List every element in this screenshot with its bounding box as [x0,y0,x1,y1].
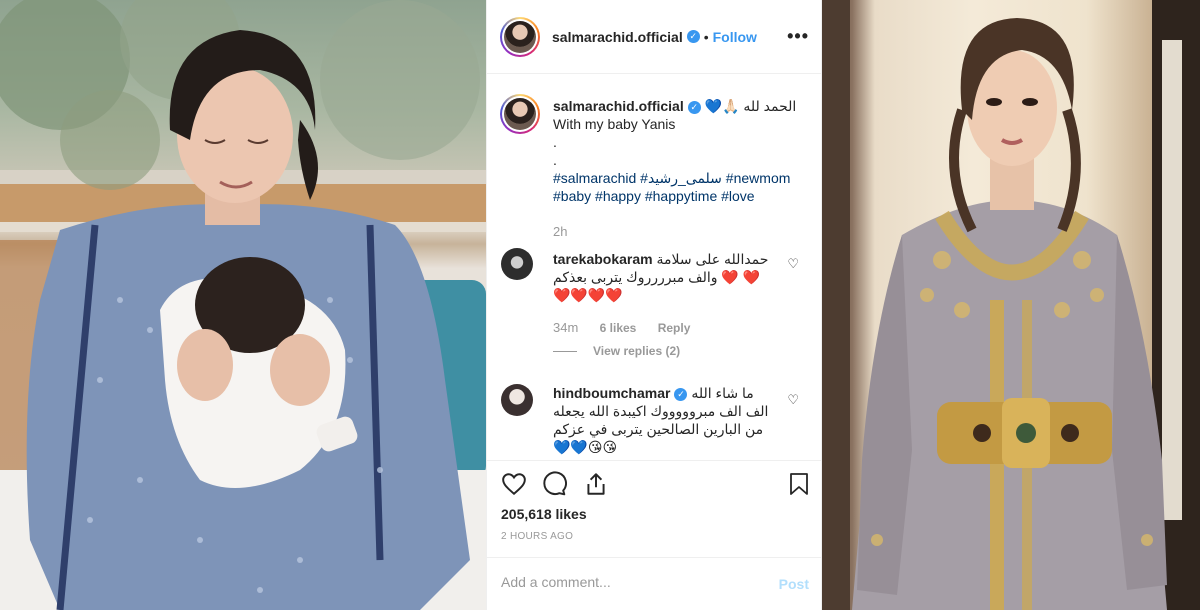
comment-emojis: ❤️❤️❤️❤️ [553,287,623,303]
likes-count[interactable]: 205,618 likes [501,506,587,522]
avatar[interactable] [500,16,540,57]
post-comment-button[interactable]: Post [779,576,809,592]
comment-avatar[interactable] [501,248,533,280]
reply-button[interactable]: Reply [658,321,691,335]
comment: hindboumchamar ✓ ما شاء الله الف الف مبرو… [553,384,781,456]
mother-baby-photo [0,0,486,610]
caption-avatar[interactable] [500,94,540,134]
check-badge-icon: ✓ [687,101,701,114]
follow-button[interactable]: Follow [713,29,757,45]
action-bar [487,460,823,510]
check-badge-icon: ✓ [686,30,700,43]
view-replies-label[interactable]: View replies (2) [593,344,680,358]
caption: salmarachid.official ✓ الحمد لله 🙏🏻💙 With… [553,97,813,205]
comment-text: ❤️ ❤️ والف مبرررروك يتربى بعذكم [553,269,761,285]
heart-icon[interactable] [501,471,527,497]
caption-dot: . [553,134,557,150]
replies-divider [553,351,577,353]
comment: tarekabokaram حمدالله على سلامة ❤️ ❤️ وا… [553,250,781,304]
caption-time: 2h [553,224,568,239]
comment-username[interactable]: tarekabokaram [553,251,653,267]
post-timestamp: 2 HOURS AGO [501,531,574,542]
instagram-post-panel: salmarachid.official ✓ • Follow ••• salm… [486,0,823,610]
comment-text: من البارين الصالحين يتربى في عزكم [553,421,764,437]
comment-text: حمدالله على سلامة [656,251,769,267]
check-badge-icon: ✓ [674,388,688,401]
comment-meta: 34m 6 likes Reply [553,320,708,335]
add-comment-bar: Post [487,557,823,610]
comment-text: ما شاء الله [691,385,754,401]
comment-avatar[interactable] [501,384,533,416]
caption-username[interactable]: salmarachid.official [553,98,684,114]
view-replies[interactable]: View replies (2) [553,344,680,358]
caption-hashtags[interactable]: #baby #happy #happytime #love [553,187,813,205]
comment-text: الف الف مبروووووك اكيبدة الله يجعله [553,403,769,419]
comment-time: 34m [553,320,579,335]
caftan-portrait-photo [822,0,1200,610]
comment-emojis: 💙💙😘😘 [553,439,618,455]
caption-line: With my baby Yanis [553,116,676,132]
post-header: salmarachid.official ✓ • Follow ••• [487,0,823,74]
share-icon[interactable] [583,471,609,497]
post-username[interactable]: salmarachid.official [552,29,683,45]
caption-arabic: الحمد لله 🙏🏻💙 [704,98,797,114]
caption-dot: . [553,152,557,168]
more-options-icon[interactable]: ••• [787,26,809,47]
comments-section[interactable]: salmarachid.official ✓ الحمد لله 🙏🏻💙 With… [487,74,823,460]
bookmark-icon[interactable] [787,471,811,497]
comment-input[interactable] [501,574,761,590]
comment-likes[interactable]: 6 likes [600,321,637,335]
separator: • [703,28,709,45]
comment-like-heart-icon[interactable]: ♡ [787,256,799,272]
instagram-collage: salmarachid.official ✓ • Follow ••• salm… [0,0,1200,610]
comment-like-heart-icon[interactable]: ♡ [787,392,799,408]
comment-username[interactable]: hindboumchamar [553,385,670,401]
comment-bubble-icon[interactable] [541,471,567,497]
caption-hashtags[interactable]: #salmarachid #سلمى_رشيد #newmom [553,169,813,187]
